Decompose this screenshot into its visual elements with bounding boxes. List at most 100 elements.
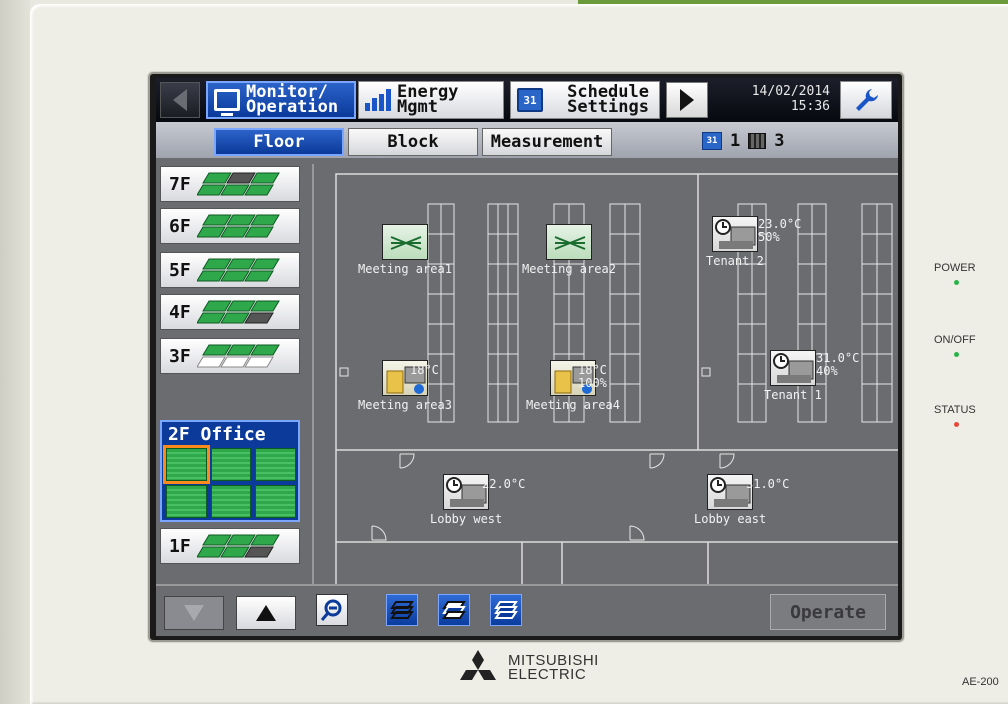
- floor-map-icon: [196, 213, 289, 239]
- bottom-toolbar: Operate: [156, 584, 898, 636]
- floor-button-1f[interactable]: 1F: [160, 528, 300, 564]
- operate-button[interactable]: Operate: [770, 594, 886, 630]
- floor-zone-grid: [163, 445, 296, 518]
- tab-block[interactable]: Block: [348, 128, 478, 156]
- arrow-down-icon: [184, 605, 204, 621]
- date-time-display: 14/02/2014 15:36: [730, 84, 830, 116]
- unit-name: Tenant 1: [764, 388, 822, 402]
- floor-plan-view[interactable]: Meeting area1 Meeting area2 Tenant 2 23.…: [312, 164, 898, 584]
- unit-reading: 18°C: [410, 364, 439, 377]
- unit-meeting-area3[interactable]: Meeting area3 18°C: [358, 360, 452, 412]
- unit-reading: 23.0°C 50%: [758, 218, 801, 244]
- schedule-icon: 31: [702, 132, 722, 150]
- unit-name: Meeting area1: [358, 262, 452, 276]
- unit-humidity: 50%: [758, 230, 780, 244]
- floor-map-icon: [196, 171, 289, 197]
- floor-zone[interactable]: [163, 445, 210, 484]
- unit-tenant-1[interactable]: Tenant 1 31.0°C 40%: [764, 350, 859, 402]
- floor-label: 1F: [169, 535, 191, 557]
- floor-map-icon: [196, 343, 289, 369]
- touchscreen-frame: Monitor/ Operation Energy Mgmt 31 Schedu…: [150, 74, 902, 640]
- layers-partial-icon: [442, 601, 466, 619]
- floor-map-icon: [196, 299, 289, 325]
- model-number: AE-200: [962, 676, 999, 688]
- calendar-icon: 31: [517, 88, 543, 112]
- unit-name: Meeting area4: [526, 398, 620, 412]
- zoom-out-button[interactable]: [316, 594, 348, 626]
- top-menu-bar: Monitor/ Operation Energy Mgmt 31 Schedu…: [156, 78, 898, 122]
- floor-map-icon: [196, 533, 289, 559]
- status-indicator: STATUS: [934, 404, 994, 427]
- tab-measurement[interactable]: Measurement: [482, 128, 612, 156]
- floor-scroll-down-button[interactable]: [164, 596, 224, 630]
- unit-reading: 22.0°C: [482, 478, 525, 491]
- menu-scroll-right-button[interactable]: [666, 82, 708, 118]
- floor-zone[interactable]: [255, 448, 296, 481]
- unit-meeting-area1[interactable]: Meeting area1: [358, 224, 452, 276]
- arrow-up-icon: [256, 605, 276, 621]
- unit-reading: 31.0°C: [746, 478, 789, 491]
- floor-label: 5F: [169, 259, 191, 281]
- floor-zone[interactable]: [255, 485, 296, 518]
- floor-zone[interactable]: [166, 485, 207, 518]
- floor-label: 7F: [169, 173, 191, 195]
- unit-meeting-area2[interactable]: Meeting area2: [522, 224, 616, 276]
- zoom-out-icon: [320, 599, 342, 621]
- unit-name: Lobby east: [694, 512, 767, 526]
- power-led-icon: [954, 280, 959, 285]
- touchscreen: Monitor/ Operation Energy Mgmt 31 Schedu…: [156, 78, 898, 636]
- floor-list: 7F 6F 5F 4F 3F 2F Office 1F: [156, 158, 306, 584]
- unit-temperature: 22.0°C: [482, 477, 526, 491]
- wrench-icon: [856, 89, 878, 111]
- energy-mgmt-button[interactable]: Energy Mgmt: [358, 81, 504, 119]
- brand-line2: ELECTRIC: [508, 666, 587, 683]
- schedule-count: 1: [730, 131, 741, 151]
- floor-button-2f-office[interactable]: 2F Office: [160, 420, 300, 522]
- floor-button-5f[interactable]: 5F: [160, 252, 300, 288]
- unit-tenant-2[interactable]: Tenant 2 23.0°C 50%: [706, 216, 801, 268]
- bezel-left-edge: [0, 0, 30, 704]
- floor-button-7f[interactable]: 7F: [160, 166, 300, 202]
- floor-button-4f[interactable]: 4F: [160, 294, 300, 330]
- power-indicator: POWER: [934, 262, 994, 285]
- ventilator-icon: [545, 224, 592, 260]
- power-label: POWER: [934, 262, 976, 274]
- unit-name: Meeting area2: [522, 262, 616, 276]
- schedule-settings-button[interactable]: 31 Schedule Settings: [510, 81, 660, 119]
- layer-view-solid-button[interactable]: [490, 594, 522, 626]
- floor-label: 3F: [169, 345, 191, 367]
- unit-lobby-west[interactable]: Lobby west 22.0°C: [430, 474, 525, 526]
- energy-label-line2: Mgmt: [397, 97, 438, 117]
- floor-button-3f[interactable]: 3F: [160, 338, 300, 374]
- onoff-led-icon: [954, 352, 959, 357]
- menu-scroll-left-button[interactable]: [160, 82, 200, 118]
- onoff-indicator: ON/OFF: [934, 334, 994, 357]
- unit-reading: 18°C 100%: [578, 364, 607, 390]
- layer-view-outline-button[interactable]: [386, 594, 418, 626]
- arrow-left-icon: [173, 89, 187, 111]
- floor-zone[interactable]: [210, 485, 252, 518]
- monitor-operation-button[interactable]: Monitor/ Operation: [206, 81, 356, 119]
- layers-solid-icon: [494, 601, 518, 619]
- status-label: STATUS: [934, 404, 976, 416]
- floor-scroll-up-button[interactable]: [236, 596, 296, 630]
- floor-label: 4F: [169, 301, 191, 323]
- unit-temperature: 18°C: [410, 363, 439, 377]
- unit-humidity: 40%: [816, 364, 838, 378]
- unit-meeting-area4[interactable]: Meeting area4 18°C 100%: [526, 360, 620, 412]
- floor-button-6f[interactable]: 6F: [160, 208, 300, 244]
- unit-lobby-east[interactable]: Lobby east 31.0°C: [694, 474, 789, 526]
- arrow-right-icon: [680, 89, 694, 111]
- onoff-label: ON/OFF: [934, 334, 976, 346]
- floor-label: 2F Office: [168, 424, 266, 445]
- tab-floor[interactable]: Floor: [214, 128, 344, 156]
- unit-reading: 31.0°C 40%: [816, 352, 859, 378]
- bezel-accent-strip: [578, 0, 1008, 4]
- bar-chart-icon: [365, 89, 391, 111]
- floor-zone[interactable]: [210, 448, 252, 481]
- group-count: 3: [774, 131, 785, 151]
- status-counts: 31 1 3: [702, 131, 785, 151]
- maintenance-button[interactable]: [840, 81, 892, 119]
- indoor-unit-icon: [769, 350, 816, 386]
- layer-view-partial-button[interactable]: [438, 594, 470, 626]
